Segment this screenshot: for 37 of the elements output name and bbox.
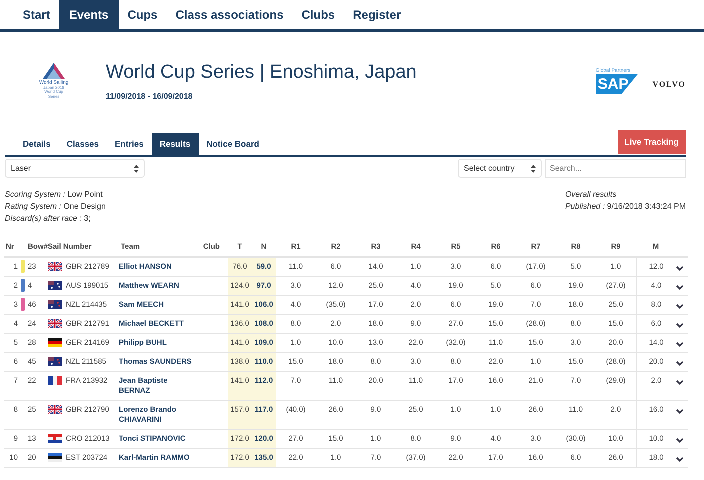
info-text: Discard(s) after race : 3; [5, 214, 92, 223]
country-select[interactable]: Select country [458, 159, 542, 178]
nav-tab[interactable]: Class associations [166, 0, 293, 29]
nav-tab[interactable]: Register [344, 0, 410, 29]
chevron-down-icon[interactable] [676, 457, 684, 462]
chevron-down-icon[interactable] [676, 285, 684, 290]
chevron-down-icon[interactable] [676, 304, 684, 309]
info-text: Scoring System : Low Point [5, 190, 104, 199]
chevron-down-icon[interactable] [676, 323, 684, 328]
chevron-down-icon[interactable] [676, 438, 684, 443]
event-tab[interactable]: Classes [58, 133, 108, 155]
event-dates: 11/09/2018 - 16/09/2018 [106, 92, 194, 100]
info-text: Published : 9/16/2018 3:43:24 PM [565, 202, 686, 211]
chevron-down-icon[interactable] [676, 380, 684, 385]
info-text: Rating System : One Design [5, 202, 106, 211]
updown-arrows-icon [134, 164, 139, 172]
event-tab[interactable]: Details [15, 133, 59, 155]
chevron-down-icon[interactable] [676, 266, 684, 271]
chevron-down-icon[interactable] [676, 361, 684, 366]
search-field[interactable]: Search... [545, 159, 686, 178]
live-tracking-button[interactable]: Live Tracking [618, 130, 686, 154]
event-title: World Cup Series | Enoshima, Japan [106, 62, 418, 84]
event-tab[interactable]: Results [152, 133, 199, 155]
nav-tab[interactable]: Clubs [292, 0, 344, 29]
nav-tab[interactable]: Cups [118, 0, 167, 29]
event-tab[interactable]: Entries [107, 133, 152, 155]
nav-tab[interactable]: Events [59, 0, 119, 29]
chevron-down-icon[interactable] [676, 342, 684, 347]
updown-arrows-icon [531, 164, 536, 172]
info-text: Overall results [565, 190, 618, 199]
partner-logo: SAP [596, 74, 639, 94]
partner-logo: VOLVO [652, 80, 686, 88]
nav-tab[interactable]: Start [14, 0, 60, 29]
class-select[interactable]: Laser [5, 159, 145, 178]
sail-logo-icon [43, 62, 65, 79]
event-tab[interactable]: Notice Board [198, 133, 268, 155]
chevron-down-icon[interactable] [676, 409, 684, 414]
